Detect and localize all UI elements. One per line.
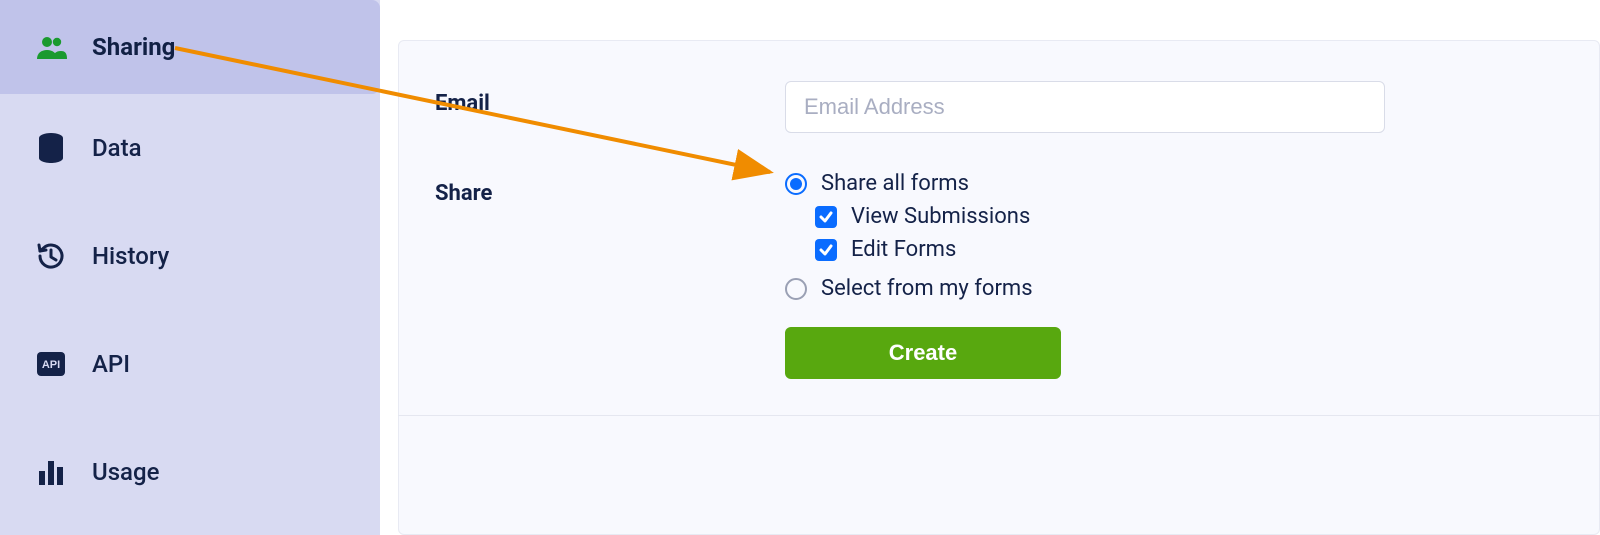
email-field[interactable] <box>785 81 1385 133</box>
divider <box>398 415 1600 416</box>
sharing-panel: Email Share Share all forms <box>398 40 1600 535</box>
sidebar-item-api[interactable]: API API <box>0 310 380 418</box>
create-button[interactable]: Create <box>785 327 1061 379</box>
radio-icon <box>785 278 807 300</box>
people-icon <box>34 35 68 59</box>
checkbox-edit-forms[interactable]: Edit Forms <box>815 237 1395 262</box>
main-content: Email Share Share all forms <box>380 0 1600 535</box>
sidebar-item-label: Usage <box>92 458 159 486</box>
sidebar: Sharing Data History <box>0 0 380 535</box>
database-icon <box>34 133 68 163</box>
sidebar-item-label: API <box>92 350 130 378</box>
sidebar-item-label: Sharing <box>92 33 175 61</box>
sidebar-item-sharing[interactable]: Sharing <box>0 0 380 94</box>
share-label: Share <box>435 171 785 206</box>
svg-text:API: API <box>42 359 60 371</box>
sidebar-item-label: History <box>92 242 169 270</box>
checkbox-label: View Submissions <box>851 204 1030 229</box>
sidebar-item-history[interactable]: History <box>0 202 380 310</box>
sidebar-item-usage[interactable]: Usage <box>0 418 380 526</box>
checkbox-label: Edit Forms <box>851 237 956 262</box>
radio-icon <box>785 173 807 195</box>
checkbox-view-submissions[interactable]: View Submissions <box>815 204 1395 229</box>
radio-label: Select from my forms <box>821 276 1033 301</box>
history-icon <box>34 241 68 271</box>
email-label: Email <box>435 81 785 116</box>
radio-share-all-forms[interactable]: Share all forms <box>785 171 1395 196</box>
sidebar-item-label: Data <box>92 134 142 162</box>
bar-chart-icon <box>34 459 68 485</box>
radio-select-from-my-forms[interactable]: Select from my forms <box>785 276 1395 301</box>
api-icon: API <box>34 352 68 376</box>
checkbox-checked-icon <box>815 206 837 228</box>
radio-label: Share all forms <box>821 171 969 196</box>
checkbox-checked-icon <box>815 239 837 261</box>
sidebar-item-data[interactable]: Data <box>0 94 380 202</box>
